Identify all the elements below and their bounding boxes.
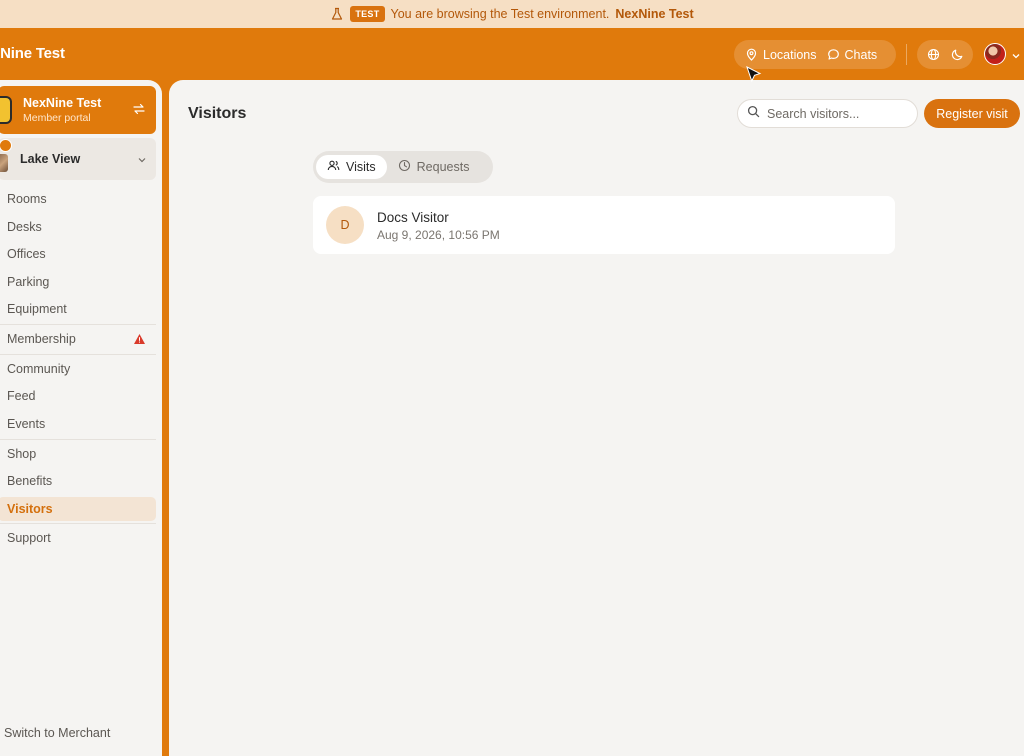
moon-icon	[951, 48, 964, 61]
location-selector[interactable]: Lake View	[0, 138, 156, 180]
location-thumbnail	[0, 154, 8, 172]
language-button[interactable]	[922, 44, 944, 66]
utility-group	[917, 40, 973, 69]
clock-icon	[398, 159, 411, 175]
sidebar: NexNine Test Member portal Lake View Roo…	[0, 80, 162, 756]
search-input[interactable]	[767, 106, 907, 121]
chats-button[interactable]: Chats	[822, 40, 883, 69]
sidebar-item-support[interactable]: Support	[0, 526, 156, 550]
tab-visits[interactable]: Visits	[316, 155, 387, 179]
map-pin-icon	[745, 48, 758, 61]
banner-env-name: NexNine Test	[615, 7, 694, 21]
nav-divider	[0, 523, 156, 524]
test-environment-banner: TEST You are browsing the Test environme…	[0, 0, 1024, 28]
warning-icon	[133, 333, 146, 345]
org-logo	[0, 96, 12, 124]
chevron-down-icon[interactable]	[1010, 49, 1022, 61]
sidebar-item-membership[interactable]: Membership	[0, 327, 156, 351]
sidebar-item-visitors[interactable]: Visitors	[0, 497, 156, 521]
tab-label: Visits	[346, 160, 376, 174]
location-name: Lake View	[20, 152, 81, 166]
chats-label: Chats	[844, 47, 878, 62]
dark-mode-toggle[interactable]	[946, 44, 968, 66]
banner-message: You are browsing the Test environment.	[390, 7, 610, 21]
sidebar-item-events[interactable]: Events	[0, 412, 156, 436]
main-content: Visitors Register visit Visits Requests …	[169, 80, 1024, 756]
switch-to-merchant-link[interactable]: Switch to Merchant	[4, 726, 110, 740]
sidebar-item-shop[interactable]: Shop	[0, 442, 156, 466]
user-avatar[interactable]	[984, 43, 1006, 65]
sidebar-item-offices[interactable]: Offices	[0, 242, 156, 266]
nav-divider	[0, 324, 156, 325]
tab-label: Requests	[416, 160, 470, 174]
org-name: NexNine Test	[23, 96, 102, 110]
visit-datetime: Aug 9, 2026, 10:56 PM	[377, 228, 500, 242]
top-bar: xNine Test Locations Chats	[0, 28, 1024, 80]
sidebar-item-equipment[interactable]: Equipment	[0, 297, 156, 321]
org-subtitle: Member portal	[23, 112, 91, 124]
locations-button[interactable]: Locations	[740, 40, 822, 69]
page-title: Visitors	[188, 105, 247, 122]
location-badge-icon	[0, 139, 12, 152]
list-item[interactable]: D Docs Visitor Aug 9, 2026, 10:56 PM	[313, 196, 895, 254]
test-tag-badge: TEST	[350, 6, 385, 22]
sidebar-item-rooms[interactable]: Rooms	[0, 187, 156, 211]
sidebar-item-benefits[interactable]: Benefits	[0, 469, 156, 493]
sidebar-item-desks[interactable]: Desks	[0, 215, 156, 239]
chat-bubble-icon	[827, 48, 840, 61]
sidebar-item-label: Membership	[7, 332, 76, 346]
nav-divider	[0, 354, 156, 355]
tab-requests[interactable]: Requests	[387, 155, 481, 179]
sidebar-item-feed[interactable]: Feed	[0, 384, 156, 408]
users-icon	[327, 159, 340, 175]
locations-label: Locations	[763, 47, 817, 62]
sidebar-item-community[interactable]: Community	[0, 357, 156, 381]
org-switcher-card[interactable]: NexNine Test Member portal	[0, 86, 156, 134]
register-visit-button[interactable]: Register visit	[924, 99, 1020, 128]
brand-title[interactable]: xNine Test	[0, 45, 65, 62]
globe-icon	[927, 48, 940, 61]
visitor-tabs: Visits Requests	[313, 151, 493, 183]
nav-divider	[0, 439, 156, 440]
chevron-down-icon[interactable]	[136, 153, 148, 165]
visitor-name: Docs Visitor	[377, 210, 449, 225]
avatar: D	[326, 206, 364, 244]
top-nav-group: Locations Chats	[734, 40, 896, 69]
switch-arrows-icon[interactable]	[132, 102, 146, 116]
sidebar-item-parking[interactable]: Parking	[0, 270, 156, 294]
search-box	[737, 99, 918, 128]
toolbar-divider	[906, 44, 907, 65]
search-icon	[747, 105, 760, 123]
flask-icon	[330, 7, 344, 21]
